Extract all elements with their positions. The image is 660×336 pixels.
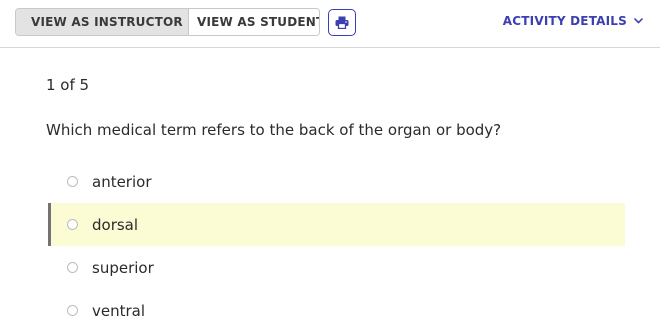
radio-button[interactable] <box>67 219 78 230</box>
toolbar: VIEW AS INSTRUCTOR VIEW AS STUDENT ACTIV… <box>0 0 660 48</box>
answer-options: anterior dorsal superior ventral <box>48 160 625 332</box>
answer-option-label: anterior <box>92 172 152 191</box>
answer-option-anterior[interactable]: anterior <box>48 160 625 203</box>
question-counter: 1 of 5 <box>46 76 90 94</box>
answer-option-superior[interactable]: superior <box>48 246 625 289</box>
chevron-down-icon <box>634 18 643 24</box>
view-as-instructor-label: VIEW AS INSTRUCTOR <box>31 15 183 29</box>
view-as-student-label: VIEW AS STUDENT <box>197 15 320 29</box>
answer-option-label: superior <box>92 258 154 277</box>
view-mode-toggle: VIEW AS INSTRUCTOR VIEW AS STUDENT <box>15 8 320 36</box>
printer-icon <box>335 16 349 29</box>
answer-option-label: dorsal <box>92 215 139 234</box>
radio-button[interactable] <box>67 176 78 187</box>
answer-option-dorsal[interactable]: dorsal <box>48 203 625 246</box>
question-text: Which medical term refers to the back of… <box>46 121 502 139</box>
radio-button[interactable] <box>67 262 78 273</box>
answer-option-label: ventral <box>92 301 146 320</box>
view-as-instructor-button[interactable]: VIEW AS INSTRUCTOR <box>16 9 189 35</box>
activity-details-label: ACTIVITY DETAILS <box>502 14 627 28</box>
radio-button[interactable] <box>67 305 78 316</box>
activity-details-dropdown[interactable]: ACTIVITY DETAILS <box>503 14 643 28</box>
print-button[interactable] <box>328 9 356 36</box>
answer-option-ventral[interactable]: ventral <box>48 289 625 332</box>
view-as-student-button[interactable]: VIEW AS STUDENT <box>189 9 319 35</box>
